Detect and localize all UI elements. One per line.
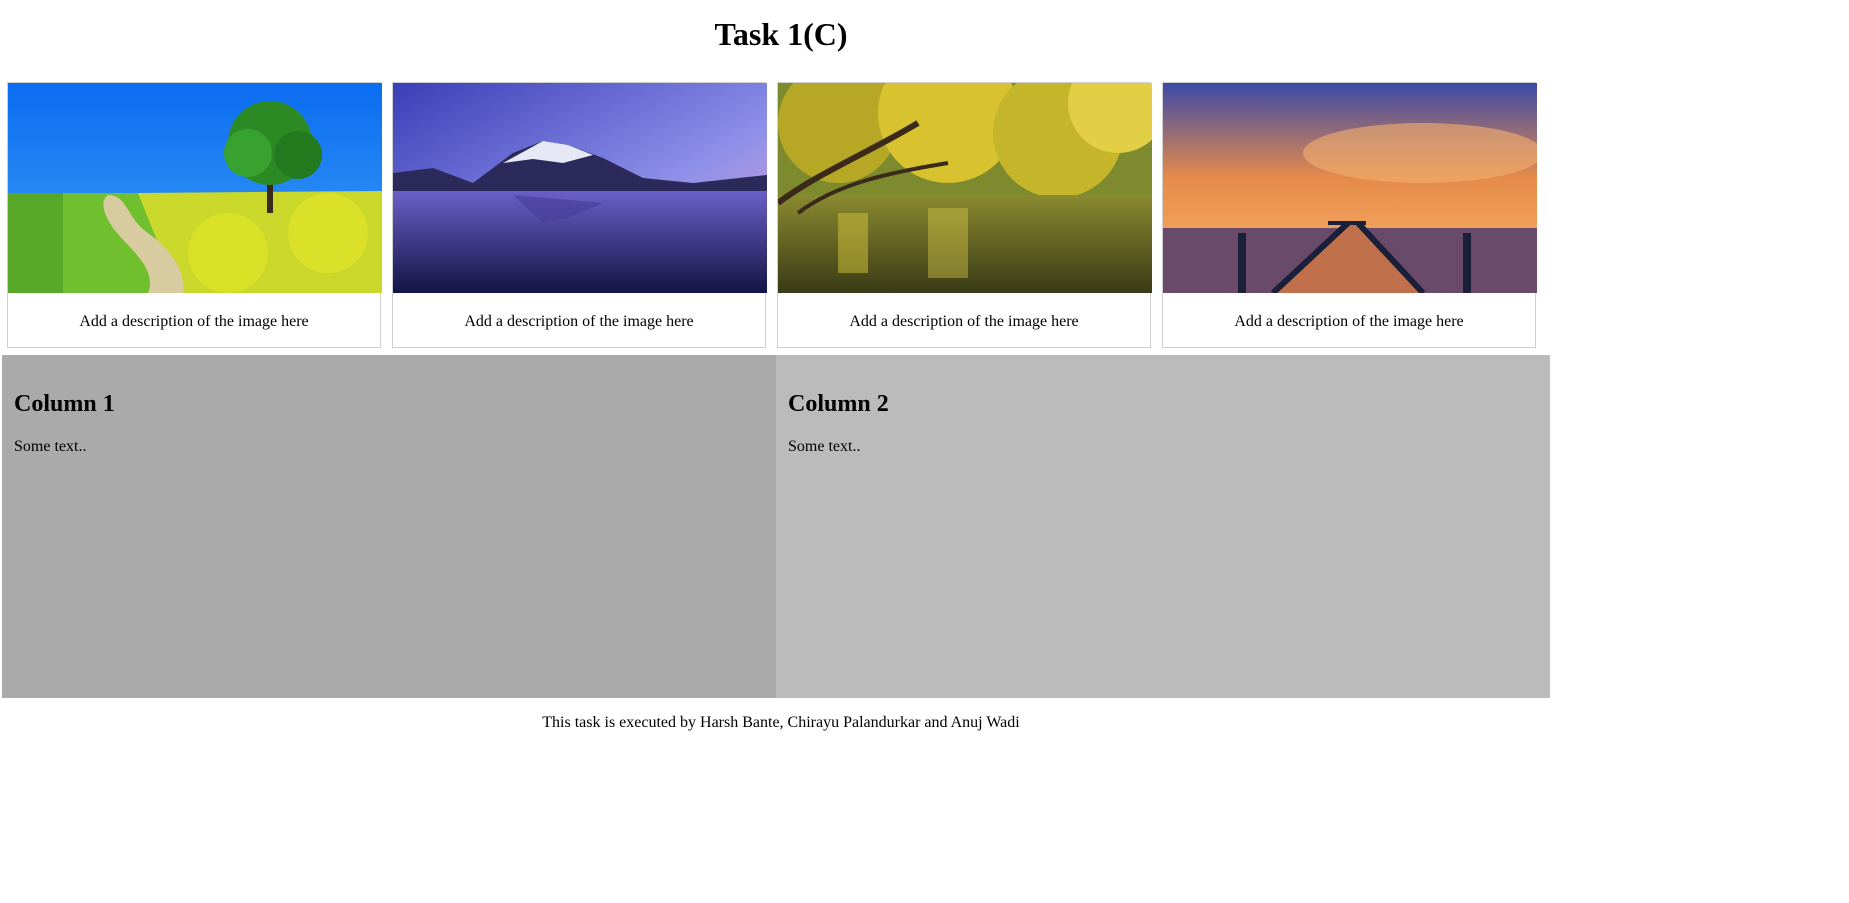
gallery-card-4: Add a description of the image here: [1162, 82, 1537, 348]
column-text: Some text..: [14, 438, 87, 455]
footer-text: This task is executed by Harsh Bante, Ch…: [542, 714, 1020, 731]
gallery-card-1: Add a description of the image here: [7, 82, 382, 348]
page-title: Task 1(C): [714, 16, 848, 52]
column-2: Column 2 Some text..: [776, 355, 1550, 698]
gallery-card-3: Add a description of the image here: [777, 82, 1152, 348]
image-description: Add a description of the image here: [464, 313, 694, 330]
image-description: Add a description of the image here: [1234, 313, 1464, 330]
mountain-lake-image: [393, 83, 767, 293]
gallery-card-2: Add a description of the image here: [392, 82, 767, 348]
image-description: Add a description of the image here: [79, 313, 309, 330]
image-description: Add a description of the image here: [849, 313, 1079, 330]
tree-meadow-image: [8, 83, 382, 293]
autumn-river-image: [778, 83, 1152, 293]
two-column-section: Column 1 Some text.. Column 2 Some text.…: [2, 355, 1550, 698]
sunset-pier-image: [1163, 83, 1537, 293]
image-gallery: Add a description of the image here Add …: [7, 82, 1537, 348]
column-1: Column 1 Some text..: [2, 355, 776, 698]
column-text: Some text..: [788, 438, 861, 455]
column-heading: Column 2: [788, 391, 889, 417]
column-heading: Column 1: [14, 391, 115, 417]
